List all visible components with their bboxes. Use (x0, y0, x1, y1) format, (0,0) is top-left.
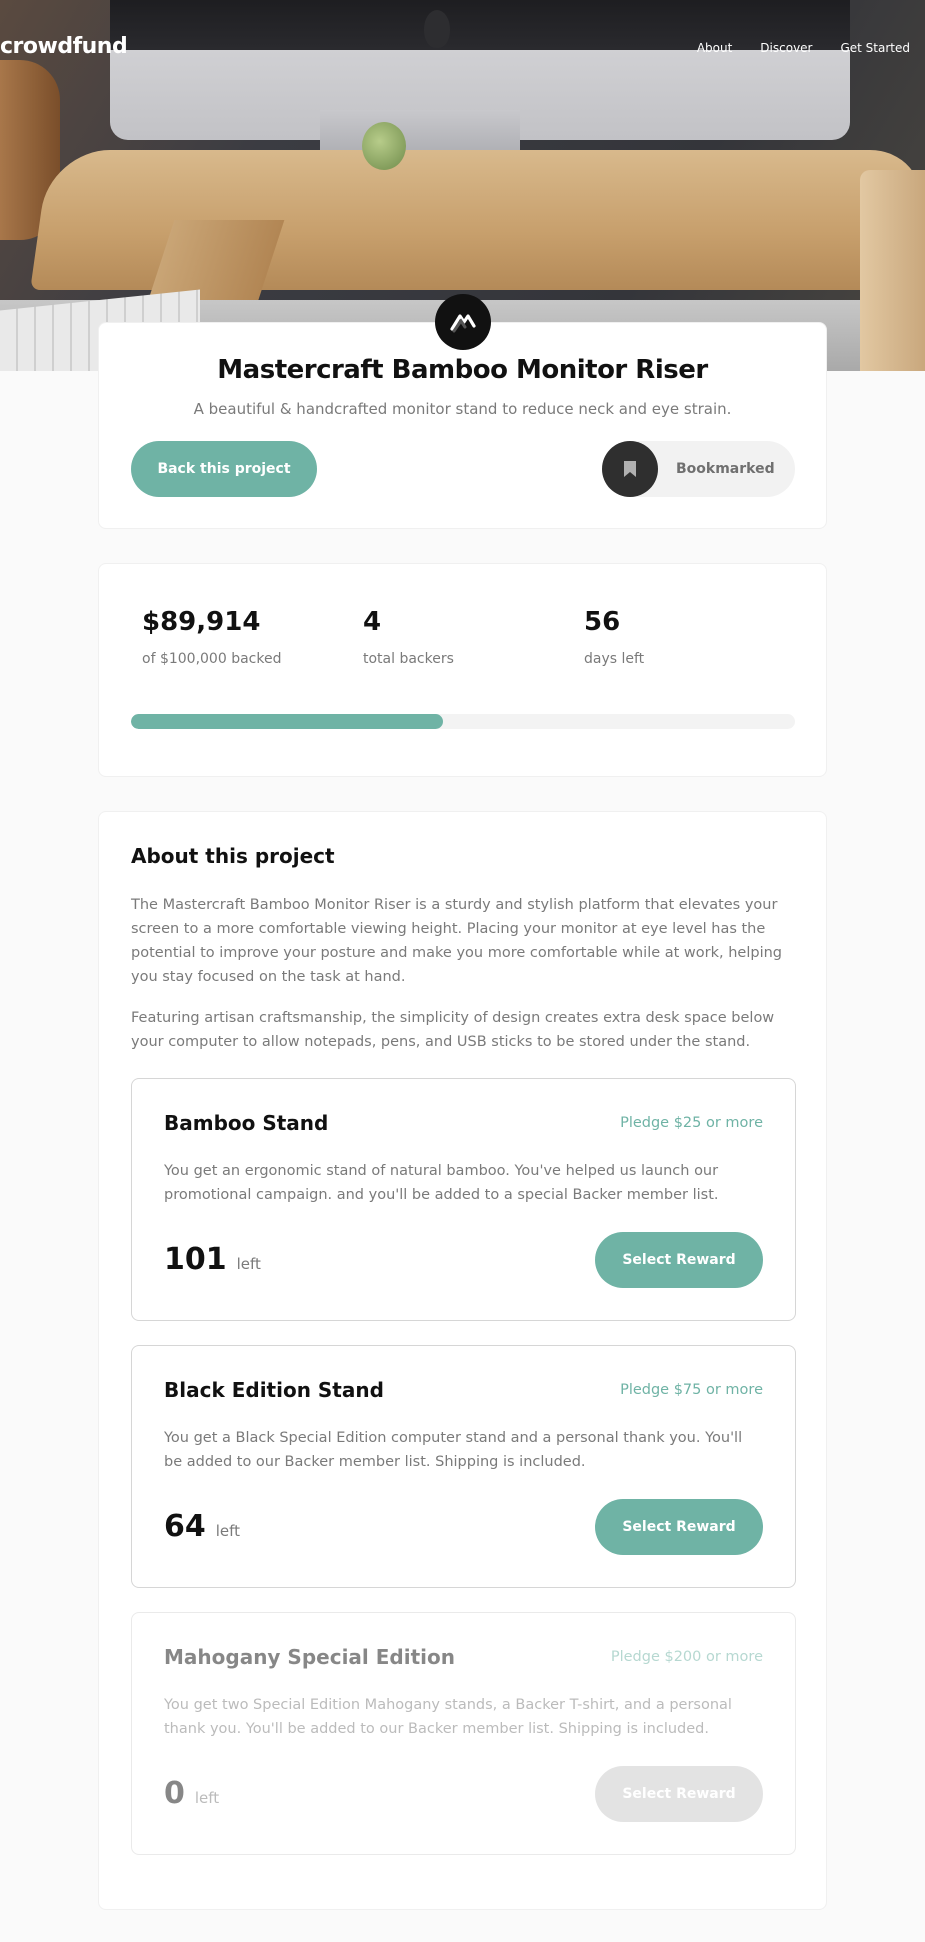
reward-count: 0 (164, 1776, 185, 1811)
reward-card-black-edition: Black Edition Stand Pledge $75 or more Y… (131, 1345, 796, 1588)
project-stats-card: $89,914 of $100,000 backed 4 total backe… (98, 563, 827, 777)
stat-backed-value: $89,914 (142, 607, 261, 637)
reward-name: Black Edition Stand (164, 1378, 384, 1402)
bookmark-button[interactable]: Bookmarked (602, 441, 795, 497)
nav-link-get-started[interactable]: Get Started (840, 41, 910, 55)
stat-days-label: days left (584, 651, 645, 667)
hero-figurine (362, 122, 406, 170)
select-reward-button[interactable]: Select Reward (595, 1499, 763, 1555)
bookmark-icon (602, 441, 658, 497)
project-subtitle: A beautiful & handcrafted monitor stand … (193, 400, 732, 418)
stat-backed: $89,914 of $100,000 backed (142, 607, 281, 667)
reward-description: You get an ergonomic stand of natural ba… (164, 1163, 719, 1203)
project-intro-card: Mastercraft Bamboo Monitor Riser A beaut… (98, 322, 827, 529)
stat-backers-value: 4 (363, 607, 382, 637)
about-paragraph: Featuring artisan craftsmanship, the sim… (131, 1010, 775, 1050)
reward-name: Bamboo Stand (164, 1111, 329, 1135)
reward-count: 101 (164, 1242, 227, 1277)
reward-pledge: Pledge $200 or more (610, 1649, 763, 1665)
nav-link-about[interactable]: About (697, 41, 732, 55)
reward-stock: 64 left (164, 1509, 240, 1544)
reward-description: You get two Special Edition Mahogany sta… (164, 1697, 732, 1737)
stat-days: 56 days left (584, 607, 644, 667)
reward-left-label: left (236, 1255, 261, 1273)
reward-pledge: Pledge $25 or more (620, 1115, 763, 1131)
funding-progress-fill (131, 714, 444, 729)
back-project-button[interactable]: Back this project (131, 441, 317, 497)
about-title: About this project (131, 844, 335, 868)
stat-backers: 4 total backers (363, 607, 454, 667)
reward-description: You get a Black Special Edition computer… (164, 1430, 743, 1470)
apple-logo-icon (424, 10, 450, 48)
reward-stock: 101 left (164, 1242, 261, 1277)
bookmark-label: Bookmarked (676, 461, 775, 477)
stat-backed-label: of $100,000 backed (142, 651, 282, 667)
hero-lamp (860, 170, 925, 371)
select-reward-button-disabled: Select Reward (595, 1766, 763, 1822)
site-logo[interactable]: crowdfund (0, 34, 128, 59)
reward-left-label: left (215, 1522, 241, 1540)
project-title: Mastercraft Bamboo Monitor Riser (217, 355, 708, 385)
reward-count: 64 (164, 1509, 206, 1544)
reward-name: Mahogany Special Edition (164, 1645, 455, 1669)
nav-link-discover[interactable]: Discover (760, 41, 812, 55)
reward-card-mahogany: Mahogany Special Edition Pledge $200 or … (131, 1612, 796, 1855)
reward-left-label: left (194, 1789, 220, 1807)
stat-days-value: 56 (584, 607, 621, 637)
reward-card-bamboo: Bamboo Stand Pledge $25 or more You get … (131, 1078, 796, 1321)
reward-pledge: Pledge $75 or more (620, 1382, 763, 1398)
about-card: About this project The Mastercraft Bambo… (98, 811, 827, 1910)
funding-progress-bar (131, 714, 795, 729)
reward-stock: 0 left (164, 1776, 219, 1811)
mastercraft-logo-icon (435, 294, 491, 350)
select-reward-button[interactable]: Select Reward (595, 1232, 763, 1288)
stat-backers-label: total backers (363, 651, 454, 667)
top-nav: About Discover Get Started (697, 41, 910, 55)
about-paragraph: The Mastercraft Bamboo Monitor Riser is … (131, 897, 783, 985)
